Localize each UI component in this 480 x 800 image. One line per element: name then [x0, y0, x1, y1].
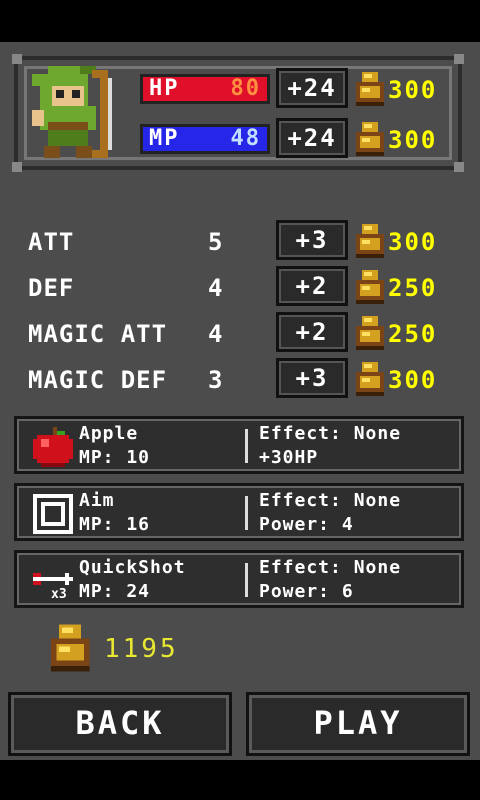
hp-value: 80 [230, 76, 261, 101]
gold-total: 1195 [104, 634, 179, 664]
att-upgrade-button[interactable]: +3 [276, 220, 348, 260]
skill-effect: Effect: None [259, 557, 402, 578]
mp-value: 48 [230, 126, 261, 151]
divider [245, 496, 248, 530]
magic-def-upgrade-button[interactable]: +3 [276, 358, 348, 398]
skill-detail: Power: 6 [259, 581, 354, 602]
panel-corner [12, 54, 22, 64]
skill-apple[interactable]: Apple MP: 10 Effect: None +30HP [14, 416, 464, 474]
mp-bar: MP 48 [140, 124, 270, 154]
hp-cost: 300 [388, 76, 438, 104]
stat-name: ATT [28, 228, 75, 256]
stat-value: 4 [208, 320, 223, 348]
aim-icon [33, 494, 73, 534]
play-button[interactable]: PLAY [246, 692, 470, 756]
magic-att-cost: 250 [388, 320, 438, 348]
hp-bar: HP 80 [140, 74, 270, 104]
magic-def-cost: 300 [388, 366, 438, 394]
skill-mp: MP: 24 [79, 581, 151, 602]
hp-upgrade-label: +24 [287, 74, 337, 102]
panel-corner [12, 162, 22, 172]
skill-detail: +30HP [259, 447, 319, 468]
panel-corner [454, 162, 464, 172]
panel-corner [454, 54, 464, 64]
skill-mp: MP: 10 [79, 447, 151, 468]
stat-value: 3 [208, 366, 223, 394]
magic-att-upgrade-button[interactable]: +2 [276, 312, 348, 352]
gold-bag-icon [356, 72, 384, 106]
skill-mp: MP: 16 [79, 514, 151, 535]
gold-bag-icon [50, 624, 90, 672]
upgrade-screen: HP 80 +24 300 MP 48 +24 300 ATT 5 +3 300… [0, 42, 480, 760]
hp-label: HP [149, 76, 180, 101]
gold-bag-icon [356, 270, 384, 304]
stat-name: MAGIC DEF [28, 366, 168, 394]
stat-name: MAGIC ATT [28, 320, 168, 348]
divider [245, 429, 248, 463]
magic-def-upgrade-label: +3 [295, 364, 329, 392]
hp-upgrade-button[interactable]: +24 [276, 68, 348, 108]
mp-cost: 300 [388, 126, 438, 154]
stat-value: 5 [208, 228, 223, 256]
skill-quickshot[interactable]: x3 QuickShot MP: 24 Effect: None Power: … [14, 550, 464, 608]
mp-upgrade-label: +24 [287, 124, 337, 152]
def-upgrade-button[interactable]: +2 [276, 266, 348, 306]
divider [245, 563, 248, 597]
gold-bag-icon [356, 122, 384, 156]
mp-upgrade-button[interactable]: +24 [276, 118, 348, 158]
skill-detail: Power: 4 [259, 514, 354, 535]
skill-name: Apple [79, 423, 139, 444]
archer-hero-sprite [32, 66, 112, 158]
skill-effect: Effect: None [259, 490, 402, 511]
mp-label: MP [149, 126, 180, 151]
gold-bag-icon [356, 316, 384, 350]
skill-aim[interactable]: Aim MP: 16 Effect: None Power: 4 [14, 483, 464, 541]
magic-att-upgrade-label: +2 [295, 318, 329, 346]
skill-name: QuickShot [79, 557, 186, 578]
gold-bag-icon [356, 224, 384, 258]
skill-name: Aim [79, 490, 115, 511]
def-cost: 250 [388, 274, 438, 302]
def-upgrade-label: +2 [295, 272, 329, 300]
skill-effect: Effect: None [259, 423, 402, 444]
play-button-label: PLAY [313, 704, 403, 742]
stat-value: 4 [208, 274, 223, 302]
apple-icon [33, 427, 73, 467]
att-cost: 300 [388, 228, 438, 256]
stat-name: DEF [28, 274, 75, 302]
back-button[interactable]: BACK [8, 692, 232, 756]
gold-bag-icon [356, 362, 384, 396]
att-upgrade-label: +3 [295, 226, 329, 254]
skill-count-badge: x3 [51, 587, 67, 602]
back-button-label: BACK [75, 704, 165, 742]
